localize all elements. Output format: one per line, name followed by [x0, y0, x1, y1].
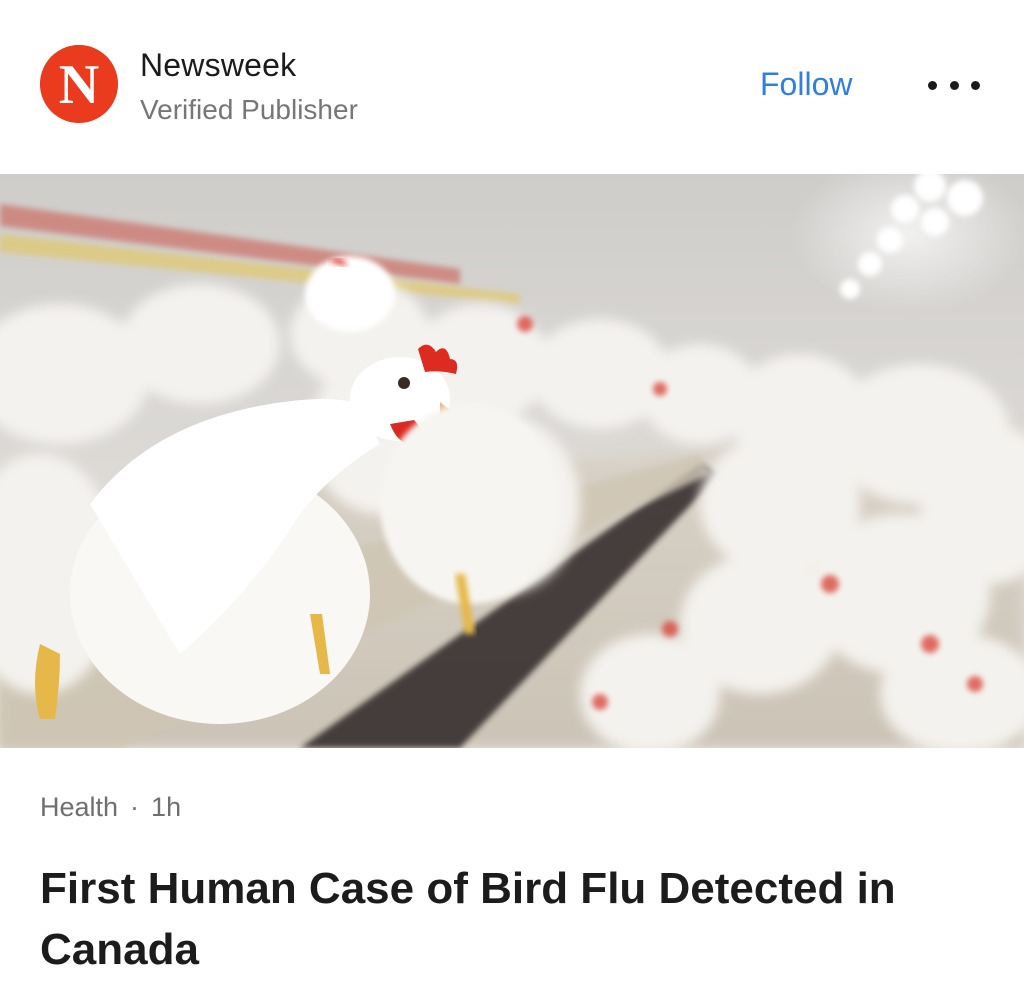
more-dot: [949, 80, 959, 90]
publisher-name[interactable]: Newsweek: [140, 47, 296, 84]
article-title[interactable]: First Human Case of Bird Flu Detected in…: [40, 858, 990, 980]
meta-separator: ·: [130, 792, 140, 822]
svg-text:N: N: [59, 54, 99, 116]
more-dot: [971, 80, 980, 90]
article-category[interactable]: Health: [40, 792, 118, 822]
article-age: 1h: [151, 792, 182, 822]
more-options-icon[interactable]: [928, 72, 980, 98]
follow-button[interactable]: Follow: [760, 66, 852, 103]
article-meta: Health · 1h: [40, 792, 181, 823]
publisher-header: N Newsweek Verified Publisher Follow: [0, 0, 1024, 174]
newsweek-logo-icon: N: [40, 45, 118, 123]
chicken-barn-photo: [0, 174, 1024, 748]
more-dot: [928, 80, 937, 90]
publisher-logo[interactable]: N: [40, 45, 118, 123]
publisher-verified-label: Verified Publisher: [140, 94, 358, 125]
article-image[interactable]: [0, 174, 1024, 748]
